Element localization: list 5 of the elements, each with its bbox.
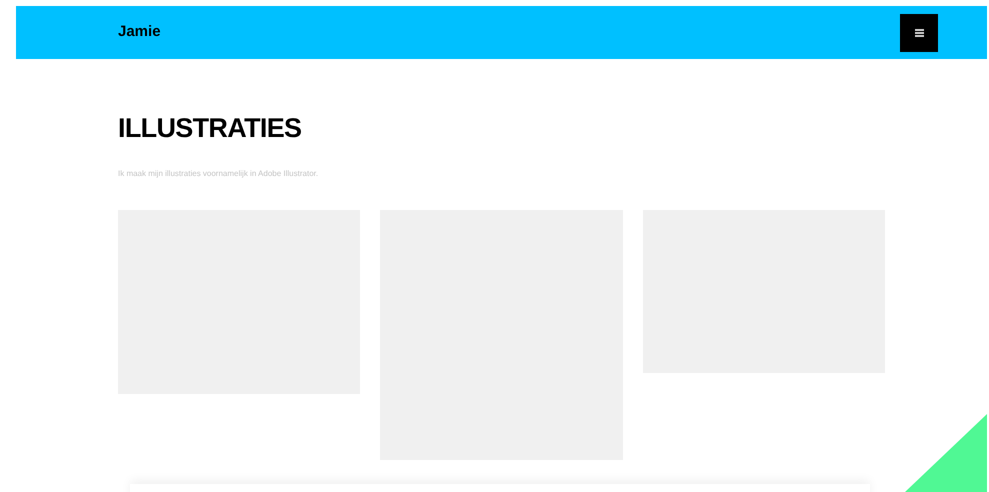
brand-name[interactable]: Jamie <box>118 21 161 44</box>
menu-button[interactable] <box>900 14 938 52</box>
section-description: Ik maak mijn illustraties voornamelijk in Adobe Illustrator. <box>118 168 320 180</box>
section-title: ILLUSTRATIES <box>118 115 302 142</box>
menu-icon <box>914 28 924 36</box>
